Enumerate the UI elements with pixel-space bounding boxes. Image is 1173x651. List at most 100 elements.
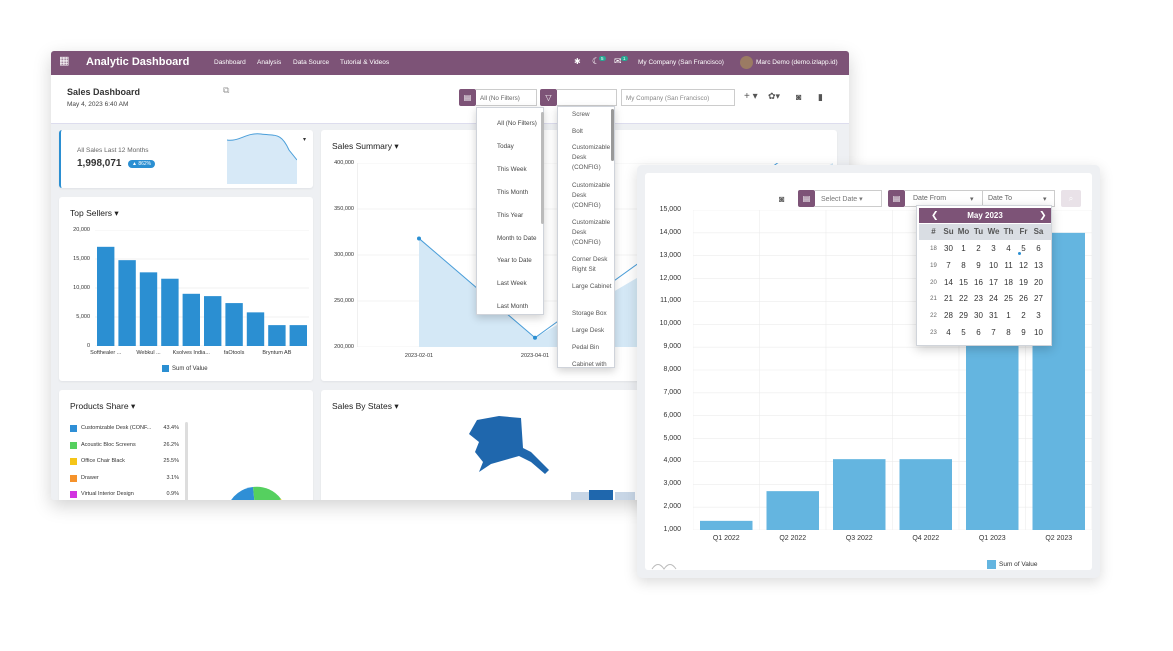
calendar-day[interactable]: 24 <box>986 294 1001 303</box>
legend-label[interactable]: Customizable Desk (CONF... <box>81 425 151 431</box>
period-dropdown-scrollbar[interactable] <box>541 112 544 224</box>
legend-swatch[interactable] <box>70 458 77 465</box>
product-option[interactable]: Customizable Desk (CONFIG) <box>572 218 614 248</box>
legend-label[interactable]: Office Chair Black <box>81 458 125 464</box>
period-option[interactable]: Today <box>497 143 514 150</box>
calendar-day[interactable]: 8 <box>1001 328 1016 337</box>
product-option[interactable]: Storage Box <box>572 309 614 319</box>
product-option[interactable]: Large Cabinet <box>572 282 614 292</box>
calendar-day[interactable]: 14 <box>941 278 956 287</box>
calendar-day[interactable]: 5 <box>956 328 971 337</box>
quarterly-legend-label[interactable]: Sum of Value <box>999 561 1038 568</box>
products-share-title[interactable]: Products Share ▾ <box>70 401 135 412</box>
product-option[interactable]: Customizable Desk (CONFIG) <box>572 143 614 173</box>
legend-label[interactable]: Acoustic Bloc Screens <box>81 442 136 448</box>
products-share-scrollbar[interactable] <box>185 422 188 500</box>
calendar-day[interactable]: 13 <box>1031 261 1046 270</box>
sales-by-states-title[interactable]: Sales By States ▾ <box>332 401 399 412</box>
calendar-day[interactable]: 12 <box>1016 261 1031 270</box>
period-option[interactable]: Month to Date <box>497 235 537 242</box>
calendar-day[interactable]: 3 <box>986 244 1001 253</box>
calendar-day[interactable]: 10 <box>986 261 1001 270</box>
calendar-day[interactable]: 3 <box>1031 311 1046 320</box>
camera-icon[interactable]: ◙ <box>779 194 784 204</box>
kpi-menu-icon[interactable]: ▾ <box>303 136 306 143</box>
product-dropdown-scrollbar[interactable] <box>611 109 614 161</box>
product-option[interactable]: Customizable Desk (CONFIG) <box>572 181 614 211</box>
date-range-button[interactable]: ▤ <box>888 190 905 207</box>
camera-icon[interactable]: ◙ <box>796 92 801 102</box>
product-option[interactable]: Screw <box>572 110 614 120</box>
bug-icon[interactable]: ✱ <box>574 57 581 66</box>
calendar-day[interactable]: 23 <box>971 294 986 303</box>
calendar-day[interactable]: 20 <box>1031 278 1046 287</box>
bar[interactable] <box>289 325 307 346</box>
legend-swatch[interactable] <box>70 441 77 449</box>
calendar-day[interactable]: 10 <box>1031 328 1046 337</box>
calendar-day[interactable]: 29 <box>956 311 971 320</box>
bar[interactable] <box>97 246 115 346</box>
next-month-button[interactable]: ❯ <box>1039 210 1047 221</box>
product-option[interactable]: Pedal Bin <box>572 343 614 353</box>
calendar-day[interactable]: 7 <box>986 328 1001 337</box>
date-search-button[interactable]: ⌕ <box>1061 190 1081 207</box>
calendar-day[interactable]: 21 <box>941 294 956 303</box>
external-link-icon[interactable]: ⧉ <box>223 85 229 96</box>
calendar-day[interactable]: 30 <box>941 244 956 253</box>
avatar[interactable] <box>740 56 753 69</box>
bar[interactable] <box>204 296 222 346</box>
bar[interactable] <box>766 491 820 530</box>
calendar-day[interactable]: 19 <box>1016 278 1031 287</box>
calendar-day[interactable]: 2 <box>971 244 986 253</box>
date-select-input[interactable]: Select Date ▾ <box>815 190 882 207</box>
calendar-day[interactable]: 4 <box>941 328 956 337</box>
calendar-day[interactable]: 9 <box>1016 328 1031 337</box>
menu-tutorial-videos[interactable]: Tutorial & Videos <box>340 59 389 66</box>
period-option[interactable]: Last Month <box>497 303 528 310</box>
legend-swatch[interactable] <box>70 425 77 432</box>
calendar-day[interactable]: 6 <box>1031 244 1046 253</box>
period-option[interactable]: This Month <box>497 189 528 196</box>
palette-icon[interactable]: ✿▾ <box>768 91 780 102</box>
menu-analysis[interactable]: Analysis <box>257 59 281 66</box>
app-title[interactable]: Analytic Dashboard <box>86 56 189 68</box>
calendar-day[interactable]: 1 <box>956 244 971 253</box>
legend-swatch[interactable] <box>70 491 77 498</box>
bar[interactable] <box>246 312 265 346</box>
trash-icon[interactable]: ▮ <box>818 92 823 103</box>
calendar-day[interactable]: 25 <box>1001 294 1016 303</box>
period-option[interactable]: This Week <box>497 166 527 173</box>
legend-swatch[interactable] <box>70 474 77 482</box>
calendar-day[interactable]: 16 <box>971 278 986 287</box>
calendar-day[interactable]: 15 <box>956 278 971 287</box>
calendar-month-title[interactable]: May 2023 <box>919 211 1051 220</box>
top-sellers-title[interactable]: Top Sellers ▾ <box>70 208 119 219</box>
calendar-day[interactable]: 1 <box>1001 311 1016 320</box>
company-switcher[interactable]: My Company (San Francisco) <box>638 59 724 66</box>
period-option[interactable]: All (No Filters) <box>497 120 537 127</box>
period-option[interactable]: Last Week <box>497 280 527 287</box>
user-menu[interactable]: Marc Demo (demo.izlapp.id) <box>756 59 838 66</box>
data-point[interactable] <box>533 335 537 340</box>
bar[interactable] <box>833 459 886 530</box>
legend-label[interactable]: Virtual Interior Design <box>81 491 134 497</box>
product-option[interactable]: Bolt <box>572 127 614 137</box>
bar[interactable] <box>700 520 753 530</box>
calendar-day[interactable]: 9 <box>971 261 986 270</box>
calendar-day[interactable]: 17 <box>986 278 1001 287</box>
add-button[interactable]: + ▾ <box>744 91 758 102</box>
menu-data-source[interactable]: Data Source <box>293 59 329 66</box>
product-filter-button[interactable]: ▽ <box>540 89 557 106</box>
bar[interactable] <box>268 325 286 346</box>
bar[interactable] <box>118 260 136 346</box>
product-option[interactable]: Large Desk <box>572 326 614 336</box>
calendar-day[interactable]: 26 <box>1016 294 1031 303</box>
calendar-filter-button[interactable]: ▤ <box>459 89 476 106</box>
company-filter-input[interactable]: My Company (San Francisco) <box>621 89 735 106</box>
period-option[interactable]: This Year <box>497 212 523 219</box>
calendar-day[interactable]: 7 <box>941 261 956 270</box>
period-option[interactable]: Year to Date <box>497 257 532 264</box>
calendar-day[interactable]: 31 <box>986 311 1001 320</box>
bar[interactable] <box>966 324 1019 530</box>
menu-dashboard[interactable]: Dashboard <box>214 59 246 66</box>
